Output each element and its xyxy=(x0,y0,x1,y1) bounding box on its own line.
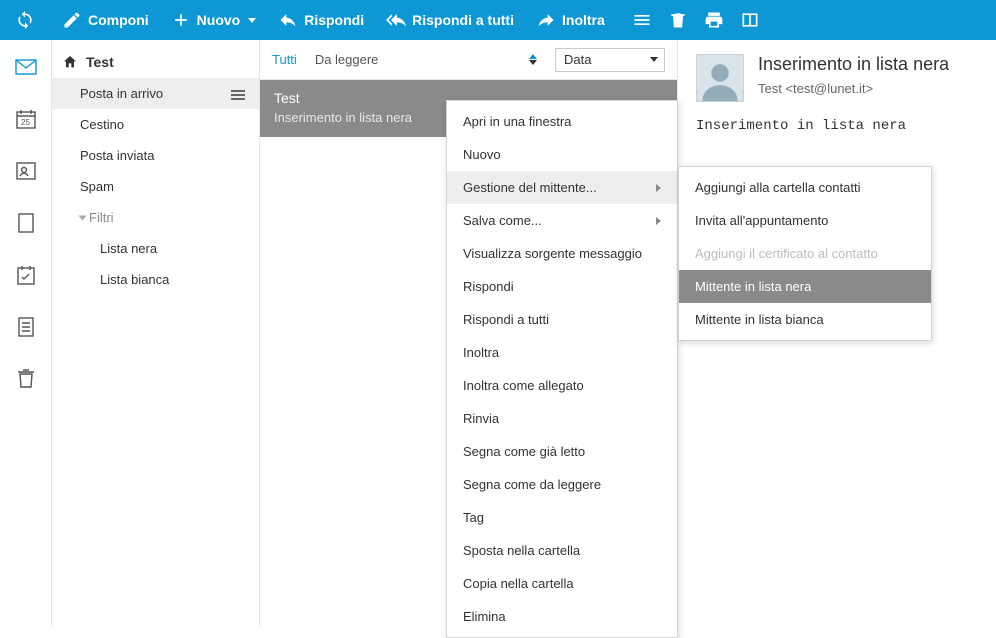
cm-forward[interactable]: Inoltra xyxy=(447,336,677,369)
calendar-app-icon[interactable]: 25 xyxy=(13,106,39,132)
reading-title: Inserimento in lista nera xyxy=(758,54,949,75)
svg-text:25: 25 xyxy=(21,118,30,127)
nav-rail: 25 xyxy=(0,40,52,627)
menu-icon[interactable] xyxy=(625,0,659,40)
chevron-down-icon xyxy=(650,57,658,62)
tab-unread[interactable]: Da leggere xyxy=(315,52,379,67)
mail-app-icon[interactable] xyxy=(13,54,39,80)
forward-button[interactable]: Inoltra xyxy=(526,0,615,40)
folder-root[interactable]: Test xyxy=(52,46,259,78)
tasks-app-icon[interactable] xyxy=(13,262,39,288)
folder-label: Spam xyxy=(80,179,114,194)
reading-body: Inserimento in lista nera xyxy=(696,118,978,134)
reading-pane-icon[interactable] xyxy=(733,0,767,40)
sm-invite[interactable]: Invita all'appuntamento xyxy=(679,204,931,237)
folder-label: Posta in arrivo xyxy=(80,86,163,101)
cm-new[interactable]: Nuovo xyxy=(447,138,677,171)
forward-label: Inoltra xyxy=(562,12,605,28)
sender-avatar xyxy=(696,54,744,102)
cm-move-to[interactable]: Sposta nella cartella xyxy=(447,534,677,567)
reply-all-label: Rispondi a tutti xyxy=(412,12,514,28)
cm-forward-attach[interactable]: Inoltra come allegato xyxy=(447,369,677,402)
main-toolbar: Componi Nuovo Rispondi Rispondi a tutti … xyxy=(0,0,996,40)
cm-mark-unread[interactable]: Segna come da leggere xyxy=(447,468,677,501)
sort-field-value: Data xyxy=(564,52,591,67)
cm-resend[interactable]: Rinvia xyxy=(447,402,677,435)
cm-tag[interactable]: Tag xyxy=(447,501,677,534)
delete-icon[interactable] xyxy=(661,0,695,40)
sm-add-contact[interactable]: Aggiungi alla cartella contatti xyxy=(679,171,931,204)
folder-blacklist[interactable]: Lista nera xyxy=(52,233,259,264)
cm-open-window[interactable]: Apri in una finestra xyxy=(447,105,677,138)
folder-spam[interactable]: Spam xyxy=(52,171,259,202)
folder-label: Lista nera xyxy=(100,241,157,256)
refresh-button[interactable] xyxy=(8,0,42,40)
list-toolbar: Tutti Da leggere Data xyxy=(260,40,677,80)
notes-app-icon[interactable] xyxy=(13,210,39,236)
tab-all[interactable]: Tutti xyxy=(272,52,297,67)
cm-mark-read[interactable]: Segna come già letto xyxy=(447,435,677,468)
chevron-down-icon xyxy=(79,215,87,220)
folder-trash[interactable]: Cestino xyxy=(52,109,259,140)
compose-label: Componi xyxy=(88,12,149,28)
sort-field-select[interactable]: Data xyxy=(555,48,665,72)
caret-down-icon xyxy=(248,18,256,23)
cm-delete[interactable]: Elimina xyxy=(447,600,677,633)
sm-whitelist-sender[interactable]: Mittente in lista bianca xyxy=(679,303,931,336)
cm-manage-sender[interactable]: Gestione del mittente... xyxy=(447,171,677,204)
contacts-app-icon[interactable] xyxy=(13,158,39,184)
reply-label: Rispondi xyxy=(304,12,364,28)
folder-label: Lista bianca xyxy=(100,272,169,287)
reply-button[interactable]: Rispondi xyxy=(268,0,374,40)
folder-whitelist[interactable]: Lista bianca xyxy=(52,264,259,295)
print-icon[interactable] xyxy=(697,0,731,40)
sort-direction-toggle[interactable] xyxy=(529,54,537,65)
new-label: Nuovo xyxy=(197,12,241,28)
cm-save-as[interactable]: Salva come... xyxy=(447,204,677,237)
folder-root-label: Test xyxy=(86,54,114,70)
folder-label: Filtri xyxy=(89,210,114,225)
cm-copy-to[interactable]: Copia nella cartella xyxy=(447,567,677,600)
reading-from: Test <test@lunet.it> xyxy=(758,81,949,96)
trash-app-icon[interactable] xyxy=(13,366,39,392)
submenu-caret-icon xyxy=(656,184,661,192)
sm-blacklist-sender[interactable]: Mittente in lista nera xyxy=(679,270,931,303)
folder-tree: Test Posta in arrivo Cestino Posta invia… xyxy=(52,40,260,627)
compose-button[interactable]: Componi xyxy=(52,0,159,40)
folder-inbox[interactable]: Posta in arrivo xyxy=(52,78,259,109)
folder-label: Cestino xyxy=(80,117,124,132)
cm-reply-all[interactable]: Rispondi a tutti xyxy=(447,303,677,336)
sm-add-cert: Aggiungi il certificato al contatto xyxy=(679,237,931,270)
folder-options-icon[interactable] xyxy=(231,88,245,100)
new-button[interactable]: Nuovo xyxy=(161,0,267,40)
reply-all-button[interactable]: Rispondi a tutti xyxy=(376,0,524,40)
folder-sent[interactable]: Posta inviata xyxy=(52,140,259,171)
files-app-icon[interactable] xyxy=(13,314,39,340)
cm-reply[interactable]: Rispondi xyxy=(447,270,677,303)
folder-label: Posta inviata xyxy=(80,148,154,163)
sender-submenu: Aggiungi alla cartella contatti Invita a… xyxy=(678,166,932,341)
folder-filters[interactable]: Filtri xyxy=(52,202,259,233)
message-context-menu: Apri in una finestra Nuovo Gestione del … xyxy=(446,100,678,638)
submenu-caret-icon xyxy=(656,217,661,225)
cm-view-source[interactable]: Visualizza sorgente messaggio xyxy=(447,237,677,270)
